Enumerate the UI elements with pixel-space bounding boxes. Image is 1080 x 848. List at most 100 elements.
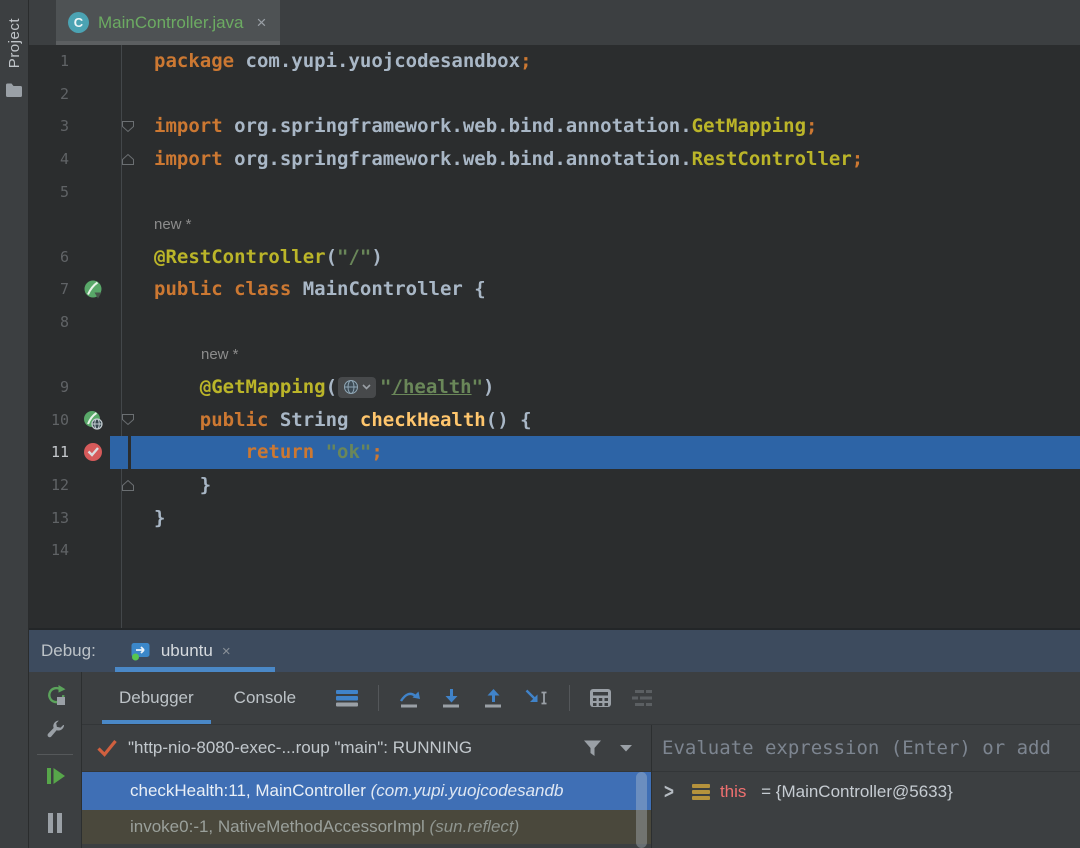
fold-strip[interactable] — [110, 404, 134, 437]
rerun-button[interactable] — [44, 684, 66, 706]
code-text[interactable] — [128, 175, 1080, 208]
line-number: 3 — [59, 117, 69, 136]
editor-tab-maincontroller[interactable]: C MainController.java × — [56, 0, 281, 45]
code-text[interactable]: public class MainController { — [128, 273, 1080, 306]
fold-strip[interactable] — [110, 338, 128, 371]
token-str: "ok" — [325, 441, 372, 464]
gutter-icon-cell[interactable] — [76, 338, 110, 371]
spring-request-mapping-icon[interactable] — [83, 410, 103, 430]
fold-region-start-icon[interactable] — [121, 413, 135, 426]
token-kw: import — [154, 115, 235, 138]
fold-strip[interactable] — [110, 534, 128, 567]
fold-strip[interactable] — [110, 110, 134, 143]
token-kw: package — [154, 50, 246, 73]
fold-strip[interactable] — [110, 208, 128, 241]
gutter-icon-cell[interactable] — [76, 175, 110, 208]
gutter-icon-cell[interactable] — [76, 45, 110, 78]
code-text[interactable]: return "ok"; — [128, 436, 1080, 469]
gutter-icon-cell[interactable] — [76, 404, 110, 437]
fold-strip[interactable] — [110, 306, 128, 339]
code-text[interactable]: } — [128, 501, 1080, 534]
gutter-icon-cell[interactable] — [76, 110, 110, 143]
fold-strip[interactable] — [110, 45, 128, 78]
fold-strip[interactable] — [110, 175, 128, 208]
tab-debugger[interactable]: Debugger — [102, 672, 211, 724]
code-text[interactable]: package com.yupi.yuojcodesandbox; — [128, 45, 1080, 78]
code-text[interactable]: @RestController("/") — [128, 241, 1080, 274]
gutter-icon-cell[interactable] — [76, 78, 110, 111]
run-to-cursor-icon[interactable] — [524, 688, 550, 708]
spring-boot-run-icon[interactable] — [83, 279, 103, 299]
line-number: 11 — [50, 443, 69, 462]
gutter-icon-cell[interactable] — [76, 371, 110, 404]
token-kw: public — [154, 408, 280, 431]
evaluate-expression-icon[interactable] — [589, 688, 612, 708]
evaluate-expression-input[interactable]: Evaluate expression (Enter) or add — [652, 725, 1080, 772]
frames-scrollbar[interactable] — [636, 772, 647, 848]
close-icon[interactable]: × — [222, 643, 231, 660]
gutter-icon-cell[interactable] — [76, 469, 110, 502]
code-text[interactable] — [128, 306, 1080, 339]
code-text[interactable]: new * — [128, 208, 1080, 241]
pause-button[interactable] — [46, 813, 64, 833]
breakpoint-verified-icon[interactable] — [83, 442, 103, 462]
thread-selector[interactable]: "http-nio-8080-exec-...roup "main": RUNN… — [82, 725, 651, 772]
filter-funnel-icon[interactable] — [582, 739, 603, 757]
gutter-icon-cell[interactable] — [76, 273, 110, 306]
stack-frame-row[interactable]: checkHealth:11, MainController (com.yupi… — [82, 772, 651, 810]
code-line: 9 @GetMapping("/health ") — [29, 371, 1080, 404]
fold-strip[interactable] — [110, 143, 134, 176]
step-over-icon[interactable] — [398, 688, 422, 708]
thread-dropdown-chevron-icon[interactable] — [619, 744, 633, 753]
token-pl: ) — [371, 245, 383, 268]
fold-region-start-icon[interactable] — [121, 120, 135, 133]
url-inlay-chip[interactable] — [338, 376, 377, 398]
token-pl: } — [154, 474, 212, 497]
gutter-icon-cell[interactable] — [76, 501, 110, 534]
project-tool-button[interactable]: Project — [6, 18, 23, 68]
session-tab-ubuntu[interactable]: ubuntu × — [130, 630, 231, 672]
step-into-icon[interactable] — [440, 688, 464, 708]
fold-region-end-icon[interactable] — [121, 479, 135, 492]
code-line: 12 } — [29, 469, 1080, 502]
variable-value: = {MainController@5633} — [756, 782, 953, 801]
settings-wrench-button[interactable] — [44, 718, 66, 740]
resume-button[interactable] — [44, 765, 66, 787]
mute-breakpoints-icon[interactable] — [630, 689, 654, 707]
code-text[interactable]: new * — [128, 338, 1080, 371]
fold-strip[interactable] — [110, 371, 128, 404]
step-out-icon[interactable] — [482, 688, 506, 708]
code-text[interactable]: public String checkHealth() { — [128, 404, 1080, 437]
code-text[interactable] — [128, 78, 1080, 111]
code-text[interactable]: import org.springframework.web.bind.anno… — [128, 143, 1080, 176]
variables-panel: Evaluate expression (Enter) or add > this… — [651, 725, 1080, 848]
variable-row[interactable]: > this = {MainController@5633} — [652, 772, 1080, 812]
gutter-icon-cell[interactable] — [76, 241, 110, 274]
fold-strip[interactable] — [110, 436, 128, 469]
code-text[interactable]: import org.springframework.web.bind.anno… — [128, 110, 1080, 143]
fold-strip[interactable] — [110, 241, 128, 274]
fold-strip[interactable] — [110, 78, 128, 111]
close-icon[interactable]: × — [257, 13, 267, 33]
token-strU: /health — [391, 376, 472, 399]
gutter-icon-cell[interactable] — [76, 436, 110, 469]
stack-frame-row[interactable]: invoke0:-1, NativeMethodAccessorImpl (su… — [82, 810, 651, 844]
fold-strip[interactable] — [110, 273, 128, 306]
fold-strip[interactable] — [110, 469, 134, 502]
code-text[interactable]: } — [128, 469, 1080, 502]
gutter-icon-cell[interactable] — [76, 306, 110, 339]
code-text[interactable] — [128, 534, 1080, 567]
code-editor[interactable]: 1 package com.yupi.yuojcodesandbox; 2 3 impo… — [29, 45, 1080, 628]
gutter-icon-cell[interactable] — [76, 143, 110, 176]
frames-view-icon[interactable] — [335, 689, 359, 707]
code-line: 2 — [29, 78, 1080, 111]
line-number: 14 — [50, 541, 69, 560]
gutter-icon-cell[interactable] — [76, 208, 110, 241]
gutter-icon-cell[interactable] — [76, 534, 110, 567]
expand-chevron-icon[interactable]: > — [664, 780, 674, 805]
fold-strip[interactable] — [110, 501, 128, 534]
code-text[interactable]: @GetMapping("/health ") — [128, 371, 1080, 404]
tab-console[interactable]: Console — [217, 672, 313, 724]
http-method-globe-icon — [344, 380, 359, 395]
fold-region-end-icon[interactable] — [121, 153, 135, 166]
